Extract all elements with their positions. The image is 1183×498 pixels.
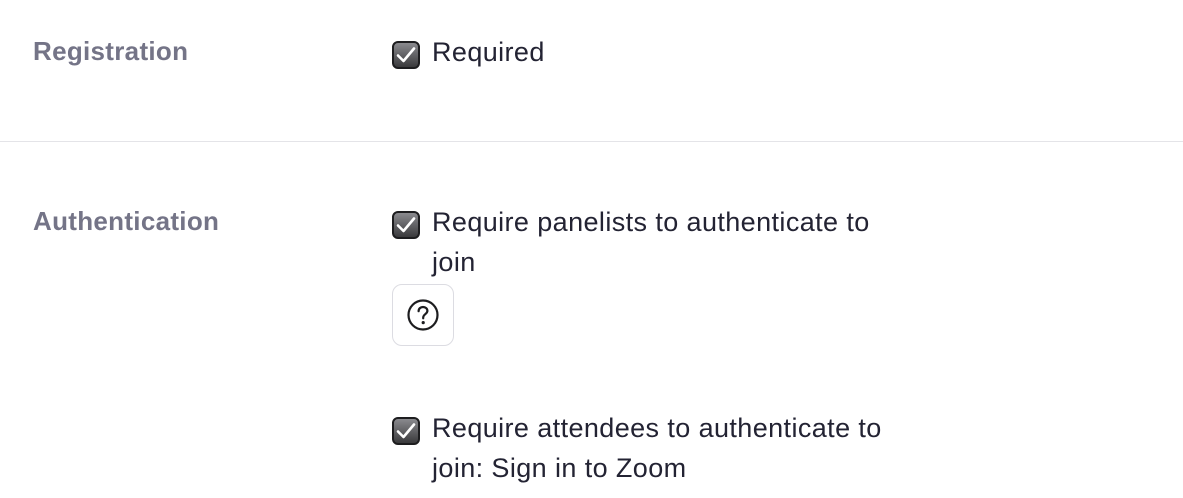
- registration-label: Registration: [33, 36, 189, 66]
- panelists-authenticate-label: Require panelists to authenticate to joi…: [432, 207, 870, 277]
- authentication-label: Authentication: [33, 206, 220, 236]
- help-button[interactable]: [392, 284, 454, 346]
- registration-required-checkbox[interactable]: [392, 41, 420, 69]
- checkmark-icon: [396, 47, 416, 63]
- attendees-authenticate-label: Require attendees to authenticate to joi…: [432, 413, 882, 483]
- checkmark-icon: [396, 423, 416, 439]
- section-divider: [0, 141, 1183, 142]
- panelists-authenticate-option[interactable]: Require panelists to authenticate to joi…: [392, 202, 912, 282]
- checkmark-icon: [396, 217, 416, 233]
- question-circle-icon: [407, 299, 439, 331]
- registration-required-option[interactable]: Required: [392, 32, 932, 72]
- webinar-settings-panel: Registration Required Authentication Req…: [0, 0, 1183, 498]
- panelists-authenticate-checkbox[interactable]: [392, 211, 420, 239]
- registration-required-label: Required: [432, 37, 545, 67]
- attendees-authenticate-checkbox[interactable]: [392, 417, 420, 445]
- attendees-authenticate-option[interactable]: Require attendees to authenticate to joi…: [392, 408, 932, 488]
